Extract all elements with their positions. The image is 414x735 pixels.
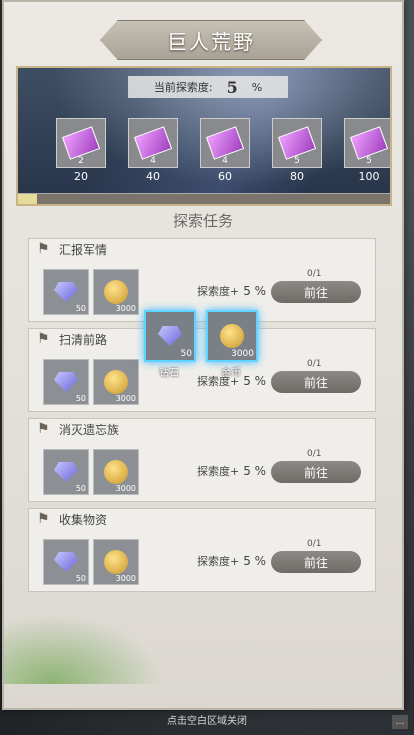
milestone-threshold: 100 — [358, 170, 380, 183]
diamond-reward[interactable]: 50 — [43, 539, 89, 585]
task-card: ⚑ 收集物资 50 3000 探索度+ 5 % 0/1 前往 — [28, 508, 376, 592]
task-name: 汇报军情 — [59, 242, 108, 257]
ticket-icon — [349, 126, 389, 160]
task-name: 收集物资 — [59, 512, 108, 527]
milestone-reward[interactable]: 4 60 — [200, 118, 250, 183]
item-qty: 3000 — [115, 394, 136, 403]
exploration-progress-fill — [18, 194, 37, 204]
reward-count: 5 — [294, 156, 300, 166]
ticket-icon — [205, 126, 245, 160]
item-qty: 50 — [180, 349, 192, 359]
reward-tooltip: 50 钻石 3000 金币 — [144, 310, 258, 379]
coin-icon — [104, 460, 128, 484]
exploration-progress-bar — [18, 193, 390, 204]
exploration-degree: 当前探索度: 5 % — [128, 76, 288, 98]
exploration-progress-card: 当前探索度: 5 % 2 20 4 40 4 60 5 80 5 100 — [16, 66, 392, 206]
coin-icon — [104, 370, 128, 394]
item-name: 金币 — [221, 368, 241, 379]
coin-reward[interactable]: 3000 — [93, 449, 139, 495]
go-button[interactable]: 前往 — [271, 281, 361, 303]
diamond-icon — [54, 372, 78, 392]
section-title: 探索任务 — [172, 212, 233, 230]
exploration-reward: 探索度+ 5 % — [197, 553, 266, 569]
coin-icon — [104, 280, 128, 304]
flag-icon: ⚑ — [37, 241, 50, 257]
diamond-icon — [54, 462, 78, 482]
page-title: 巨人荒野 — [167, 29, 255, 54]
rate-label: 探索度+ — [197, 555, 240, 568]
reward-count: 4 — [222, 156, 228, 166]
milestone-reward[interactable]: 5 100 — [344, 118, 390, 183]
coin-icon — [104, 550, 128, 574]
item-qty: 50 — [75, 394, 86, 403]
diamond-reward[interactable]: 50 — [43, 449, 89, 495]
rate-value: 5 % — [243, 464, 267, 478]
diamond-icon — [54, 282, 78, 302]
flag-icon: ⚑ — [37, 421, 50, 437]
chat-icon[interactable]: … — [392, 715, 408, 729]
go-button[interactable]: 前往 — [271, 461, 361, 483]
diamond-icon — [54, 552, 78, 572]
milestone-threshold: 80 — [290, 170, 304, 183]
rate-label: 探索度+ — [197, 465, 240, 478]
task-name: 扫清前路 — [59, 332, 108, 347]
exploration-value: 5 — [226, 77, 238, 97]
milestone-rewards: 2 20 4 40 4 60 5 80 5 100 — [56, 118, 390, 183]
milestone-reward[interactable]: 4 40 — [128, 118, 178, 183]
item-qty: 50 — [75, 484, 86, 493]
task-progress: 0/1 — [307, 539, 322, 549]
item-qty: 3000 — [231, 349, 254, 359]
go-button[interactable]: 前往 — [271, 551, 361, 573]
ticket-icon — [133, 126, 173, 160]
task-progress: 0/1 — [307, 269, 322, 279]
title-banner: 巨人荒野 — [100, 20, 322, 60]
ticket-icon — [61, 126, 101, 160]
exploration-reward: 探索度+ 5 % — [197, 463, 266, 479]
milestone-threshold: 20 — [74, 170, 88, 183]
exploration-unit: % — [251, 80, 263, 94]
flag-icon: ⚑ — [37, 511, 50, 527]
item-qty: 3000 — [115, 484, 136, 493]
reward-count: 4 — [150, 156, 156, 166]
task-progress: 0/1 — [307, 449, 322, 459]
task-card: ⚑ 消灭遗忘族 50 3000 探索度+ 5 % 0/1 前往 — [28, 418, 376, 502]
flag-icon: ⚑ — [37, 331, 50, 347]
item-qty: 50 — [75, 304, 86, 313]
tooltip-item: 3000 金币 — [206, 310, 258, 379]
diamond-reward[interactable]: 50 — [43, 359, 89, 405]
diamond-icon — [158, 326, 182, 346]
item-qty: 50 — [75, 574, 86, 583]
close-hint[interactable]: 点击空白区域关闭 — [0, 712, 414, 727]
item-name: 钻石 — [159, 368, 179, 379]
reward-count: 2 — [78, 156, 84, 166]
exploration-reward: 探索度+ 5 % — [197, 283, 266, 299]
exploration-panel: 巨人荒野 当前探索度: 5 % 2 20 4 40 4 60 5 80 5 10… — [2, 0, 404, 710]
rate-value: 5 % — [243, 554, 267, 568]
exploration-label: 当前探索度: — [153, 81, 213, 94]
task-name: 消灭遗忘族 — [59, 422, 120, 437]
tooltip-item: 50 钻石 — [144, 310, 196, 379]
grass-decoration — [4, 614, 164, 684]
milestone-threshold: 60 — [218, 170, 232, 183]
milestone-reward[interactable]: 5 80 — [272, 118, 322, 183]
milestone-reward[interactable]: 2 20 — [56, 118, 106, 183]
go-button[interactable]: 前往 — [271, 371, 361, 393]
diamond-reward[interactable]: 50 — [43, 269, 89, 315]
ticket-icon — [277, 126, 317, 160]
coin-icon — [220, 324, 244, 348]
milestone-threshold: 40 — [146, 170, 160, 183]
coin-reward[interactable]: 3000 — [93, 539, 139, 585]
rate-value: 5 % — [243, 284, 267, 298]
item-qty: 3000 — [115, 304, 136, 313]
coin-reward[interactable]: 3000 — [93, 359, 139, 405]
task-progress: 0/1 — [307, 359, 322, 369]
rate-label: 探索度+ — [197, 285, 240, 298]
reward-count: 5 — [366, 156, 372, 166]
coin-reward[interactable]: 3000 — [93, 269, 139, 315]
item-qty: 3000 — [115, 574, 136, 583]
